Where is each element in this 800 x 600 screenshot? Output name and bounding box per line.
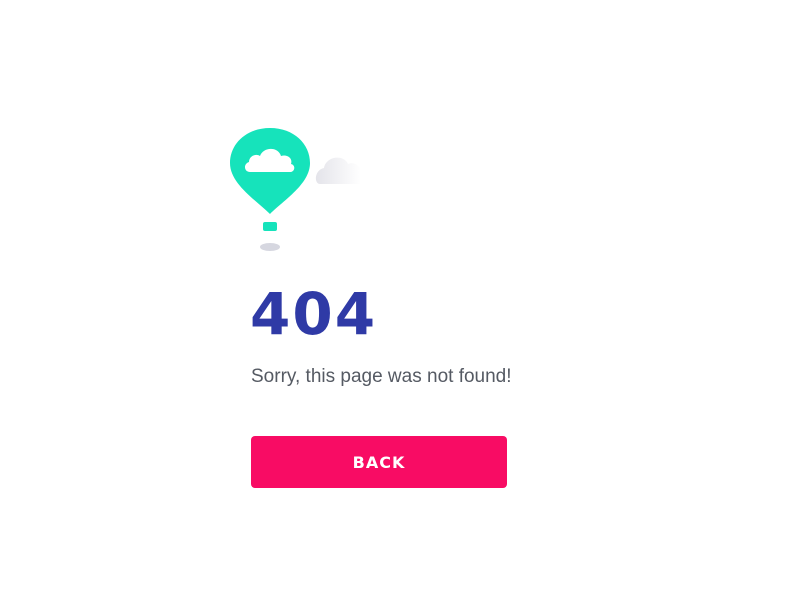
error-code: 404: [250, 280, 378, 348]
error-message: Sorry, this page was not found!: [251, 366, 512, 387]
hot-air-balloon-icon: [230, 128, 362, 251]
back-button[interactable]: BACK: [251, 436, 507, 488]
not-found-page: 404 Sorry, this page was not found! BACK: [0, 0, 800, 600]
background-cloud-icon: [315, 157, 362, 184]
balloon-illustration: [228, 126, 368, 256]
